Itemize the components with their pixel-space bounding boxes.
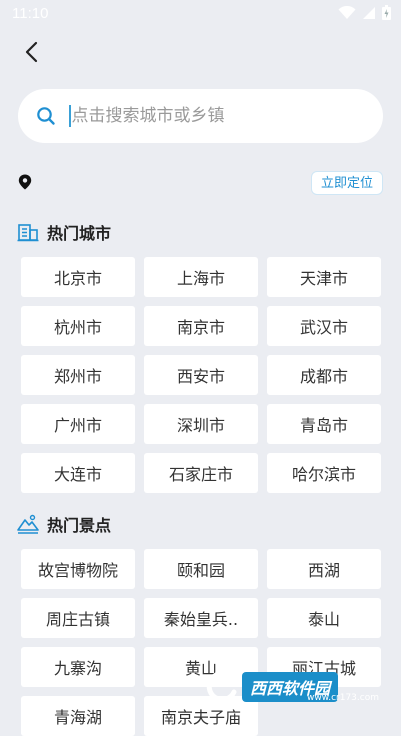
city-chip[interactable]: 石家庄市 xyxy=(144,453,258,493)
city-chip[interactable]: 青岛市 xyxy=(267,404,381,444)
hot-cities-grid: 北京市 上海市 天津市杭州市 南京市 武汉市郑州市 西安市 成都市广州市 深圳市 青岛市大连市石… xyxy=(21,257,381,493)
city-chip[interactable]: 郑州市 xyxy=(21,355,135,395)
hot-cities-title: 热门城市 xyxy=(47,224,112,243)
city-chip[interactable]: 南京市 xyxy=(144,306,258,346)
location-row: 立即定位 xyxy=(18,170,383,196)
text-caret xyxy=(69,105,71,127)
hot-spots-header: 热门景点 xyxy=(17,511,111,537)
city-chip[interactable]: 广州市 xyxy=(21,404,135,444)
spot-chip[interactable]: 周庄古镇 xyxy=(21,598,135,638)
city-chip[interactable]: 成都市 xyxy=(267,355,381,395)
watermark-url: www.cr173.com xyxy=(306,693,379,703)
city-chip[interactable]: 深圳市 xyxy=(144,404,258,444)
search-input[interactable] xyxy=(71,106,352,126)
watermark-logo-icon xyxy=(206,671,237,703)
wifi-icon xyxy=(338,5,356,19)
system-icons xyxy=(338,5,391,20)
spot-chip[interactable]: 秦始皇兵.. xyxy=(144,598,258,638)
city-chip[interactable]: 天津市 xyxy=(267,257,381,297)
watermark: 西西软件园 www.cr173.com xyxy=(204,667,387,707)
hot-spots-title: 热门景点 xyxy=(47,516,112,535)
location-pin-icon xyxy=(18,174,32,190)
spot-chip[interactable]: 颐和园 xyxy=(144,549,258,589)
search-icon xyxy=(37,107,55,125)
chevron-left-icon xyxy=(25,41,38,63)
spot-chip[interactable]: 九寨沟 xyxy=(21,647,135,687)
hot-spots-grid: 故宫博物院 颐和园 西湖 周庄古镇 秦始皇兵.. 泰山 九寨沟 黄山 丽江古城 青海湖 南京夫子庙 xyxy=(21,549,381,736)
search-bar[interactable] xyxy=(18,89,383,143)
spot-chip[interactable]: 青海湖 xyxy=(21,696,135,736)
hot-cities-header: 热门城市 xyxy=(17,219,111,245)
city-chip[interactable]: 杭州市 xyxy=(21,306,135,346)
city-chip[interactable]: 西安市 xyxy=(144,355,258,395)
city-chip[interactable]: 武汉市 xyxy=(267,306,381,346)
building-icon xyxy=(17,224,39,242)
spot-chip[interactable]: 故宫博物院 xyxy=(21,549,135,589)
signal-icon xyxy=(363,6,375,19)
status-time: 11:10 xyxy=(12,5,49,22)
battery-icon xyxy=(382,5,391,20)
spot-chip[interactable]: 西湖 xyxy=(267,549,381,589)
locate-now-button[interactable]: 立即定位 xyxy=(310,171,383,195)
city-chip[interactable]: 北京市 xyxy=(21,257,135,297)
spot-chip[interactable]: 泰山 xyxy=(267,598,381,638)
status-bar: 11:10 xyxy=(0,0,401,28)
back-button[interactable] xyxy=(18,38,44,66)
mountain-icon xyxy=(17,514,39,534)
city-chip[interactable]: 哈尔滨市 xyxy=(267,453,381,493)
city-chip[interactable]: 上海市 xyxy=(144,257,258,297)
city-chip[interactable]: 大连市 xyxy=(21,453,135,493)
